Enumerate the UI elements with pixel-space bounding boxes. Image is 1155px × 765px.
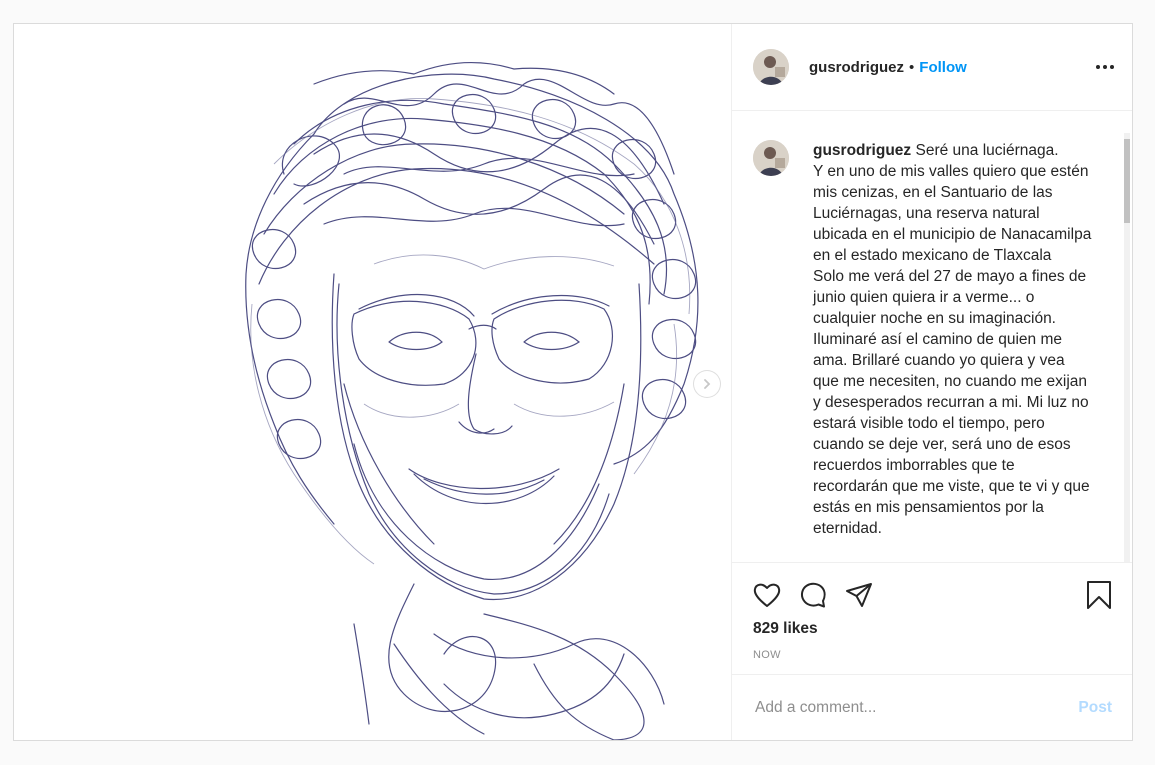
scrollbar-thumb[interactable] [1124,139,1130,223]
next-image-button[interactable] [693,370,721,398]
comment-bubble-icon[interactable] [799,581,827,609]
profile-photo [753,140,789,176]
post-sidebar: gusrodriguez • Follow gusrodriguez Seré … [732,24,1132,740]
separator-dot: • [909,58,915,76]
more-options-icon[interactable] [1096,65,1114,69]
post-header: gusrodriguez • Follow [732,24,1132,111]
comments-section[interactable]: gusrodriguez Seré una luciérnaga. Y en u… [732,111,1132,562]
post-actions: 829 likes NOW [732,562,1132,661]
heart-icon[interactable] [753,582,781,608]
post-timestamp: NOW [753,649,781,661]
chevron-right-icon [704,379,711,389]
add-comment-bar: Post [732,674,1132,740]
action-bar [753,575,1112,615]
paper-plane-icon[interactable] [845,581,873,609]
caption-username[interactable]: gusrodriguez [813,142,911,159]
caption-text: Seré una luciérnaga. Y en uno de mis val… [813,142,1092,537]
avatar[interactable] [753,49,789,85]
bookmark-icon[interactable] [1086,580,1112,610]
comments-scrollbar[interactable] [1124,133,1130,562]
post-image[interactable] [14,24,732,740]
post-comment-button[interactable]: Post [1078,699,1112,717]
profile-photo [753,49,789,85]
follow-button[interactable]: Follow [919,59,967,76]
likes-count[interactable]: 829 likes [753,620,1112,638]
instagram-post: gusrodriguez • Follow gusrodriguez Seré … [13,23,1133,741]
header-username[interactable]: gusrodriguez [809,59,904,76]
scribble-portrait-image [245,61,699,740]
comment-input[interactable] [753,697,1079,718]
caption-avatar[interactable] [753,140,789,176]
post-caption: gusrodriguez Seré una luciérnaga. Y en u… [813,140,1093,562]
